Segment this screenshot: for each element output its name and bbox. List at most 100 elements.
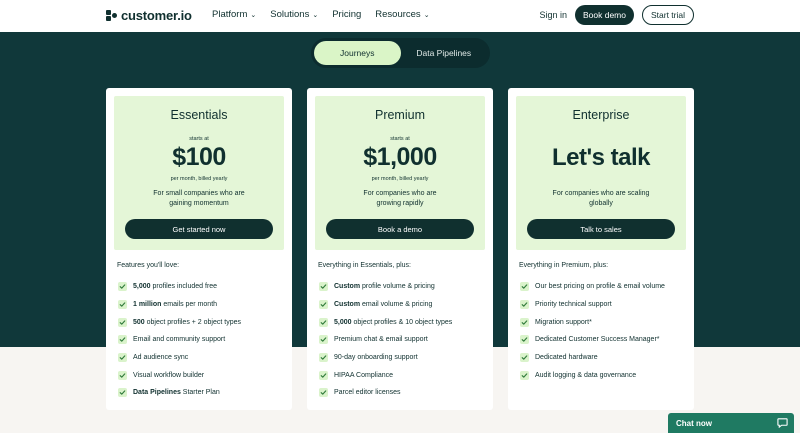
menu-item-label: Resources [375, 9, 421, 20]
feature-text: 500 object profiles + 2 object types [133, 319, 241, 326]
feature-text: Premium chat & email support [334, 336, 428, 343]
check-icon [319, 300, 328, 310]
feature-detail: Our best pricing on profile & email volu… [535, 283, 665, 291]
feature-detail: object profiles & 10 object types [351, 318, 453, 326]
feature-detail: emails per month [161, 301, 218, 309]
book-a-demo-button[interactable]: Book a demo [326, 219, 474, 239]
feature-text: Migration support* [535, 319, 592, 326]
feature-text: 5,000 object profiles & 10 object types [334, 319, 452, 326]
feature-text: Dedicated hardware [535, 354, 598, 361]
nav-actions: Sign in Book demo Start trial [539, 5, 694, 25]
plan-card-premium: Premium starts at $1,000 per month, bill… [307, 88, 493, 410]
feature-item: Dedicated hardware [520, 349, 686, 367]
chat-label: Chat now [676, 418, 712, 428]
feature-detail: profile volume & pricing [360, 283, 435, 291]
plan-price: $100 [172, 143, 226, 171]
feature-detail: HIPAA Compliance [334, 371, 394, 379]
feature-item: 1 million emails per month [118, 296, 284, 314]
top-navigation: customer.io Platform ⌄ Solutions ⌄ Prici… [0, 0, 800, 32]
feature-detail: 90-day onboarding support [334, 354, 418, 362]
feature-detail: object profiles + 2 object types [144, 318, 241, 326]
feature-highlight: 1 million [133, 301, 162, 309]
feature-text: Custom profile volume & pricing [334, 283, 435, 290]
feature-item: Premium chat & email support [319, 331, 485, 349]
check-icon [520, 335, 529, 345]
feature-text: Parcel editor licenses [334, 389, 401, 396]
feature-item: Our best pricing on profile & email volu… [520, 278, 686, 296]
check-icon [319, 335, 328, 345]
check-icon [118, 335, 127, 345]
check-icon [520, 317, 529, 327]
sign-in-link[interactable]: Sign in [539, 10, 567, 20]
feature-highlight: 5,000 [133, 283, 151, 291]
chat-now-button[interactable]: Chat now [668, 413, 794, 433]
book-demo-button[interactable]: Book demo [574, 5, 634, 25]
feature-detail: Ad audience sync [133, 354, 189, 362]
feature-text: Our best pricing on profile & email volu… [535, 283, 665, 290]
plan-name: Enterprise [572, 108, 630, 122]
feature-item: Email and community support [118, 331, 284, 349]
plan-summary: Enterprise Let's talk For companies who … [516, 96, 686, 250]
plan-description: For small companies who are gaining mome… [153, 190, 245, 207]
check-icon [520, 353, 529, 363]
feature-detail: Premium chat & email support [334, 336, 428, 344]
check-icon [319, 353, 328, 363]
feature-detail: Dedicated hardware [535, 354, 598, 362]
feature-item: Dedicated Customer Success Manager* [520, 331, 686, 349]
plan-price: $1,000 [363, 143, 437, 171]
start-trial-button[interactable]: Start trial [641, 5, 694, 25]
check-icon [520, 300, 529, 310]
plan-headline: Let's talk [551, 144, 651, 171]
feature-item: Visual workflow builder [118, 366, 284, 384]
plan-summary: Premium starts at $1,000 per month, bill… [315, 96, 485, 250]
check-icon [118, 317, 127, 327]
feature-item: 500 object profiles + 2 object types [118, 313, 284, 331]
menu-item-label: Pricing [332, 9, 362, 20]
menu-item-solutions[interactable]: Solutions ⌄ [270, 9, 318, 20]
menu-item-resources[interactable]: Resources ⌄ [375, 9, 429, 20]
check-icon [118, 353, 127, 363]
feature-item: Audit logging & data governance [520, 366, 686, 384]
feature-detail: Dedicated Customer Success Manager* [535, 336, 660, 344]
feature-text: 90-day onboarding support [334, 354, 418, 361]
feature-item: Priority technical support [520, 296, 686, 314]
plan-name: Premium [374, 108, 425, 122]
starts-at-label: starts at [390, 136, 410, 142]
menu-item-platform[interactable]: Platform ⌄ [212, 9, 256, 20]
feature-detail: Visual workflow builder [133, 371, 205, 379]
feature-highlight: Data Pipelines [133, 389, 181, 397]
features-heading: Everything in Essentials, plus: [318, 262, 411, 269]
feature-item: Migration support* [520, 313, 686, 331]
plan-description: For companies who are scaling globally [552, 190, 650, 207]
toggle-data-pipelines[interactable]: Data Pipelines [401, 41, 488, 65]
check-icon [520, 370, 529, 380]
feature-text: 1 million emails per month [133, 301, 217, 308]
feature-detail: Starter Plan [180, 389, 220, 397]
menu-item-pricing[interactable]: Pricing [332, 9, 361, 20]
feature-item: Parcel editor licenses [319, 384, 485, 402]
feature-text: Data Pipelines Starter Plan [133, 389, 220, 396]
feature-item: Custom profile volume & pricing [319, 278, 485, 296]
chat-bubble-icon [777, 417, 788, 430]
feature-text: HIPAA Compliance [334, 372, 393, 379]
feature-detail: profiles included free [150, 283, 218, 291]
feature-detail: Migration support* [535, 318, 592, 326]
feature-text: Visual workflow builder [133, 372, 204, 379]
talk-to-sales-button[interactable]: Talk to sales [527, 219, 675, 239]
check-icon [319, 370, 328, 380]
logo[interactable]: customer.io [106, 8, 192, 23]
toggle-journeys[interactable]: Journeys [314, 41, 401, 65]
plan-card-enterprise: Enterprise Let's talk For companies who … [508, 88, 694, 410]
feature-list: 5,000 profiles included free 1 million em… [114, 278, 284, 402]
check-icon [319, 317, 328, 327]
logo-mark-icon [106, 10, 117, 21]
feature-item: 5,000 object profiles & 10 object types [319, 313, 485, 331]
check-icon [118, 370, 127, 380]
feature-item: 90-day onboarding support [319, 349, 485, 367]
get-started-button[interactable]: Get started now [125, 219, 273, 239]
feature-item: HIPAA Compliance [319, 366, 485, 384]
plan-card-essentials: Essentials starts at $100 per month, bil… [106, 88, 292, 410]
plan-name: Essentials [170, 108, 228, 122]
check-icon [319, 388, 328, 398]
chevron-down-icon: ⌄ [312, 11, 319, 19]
